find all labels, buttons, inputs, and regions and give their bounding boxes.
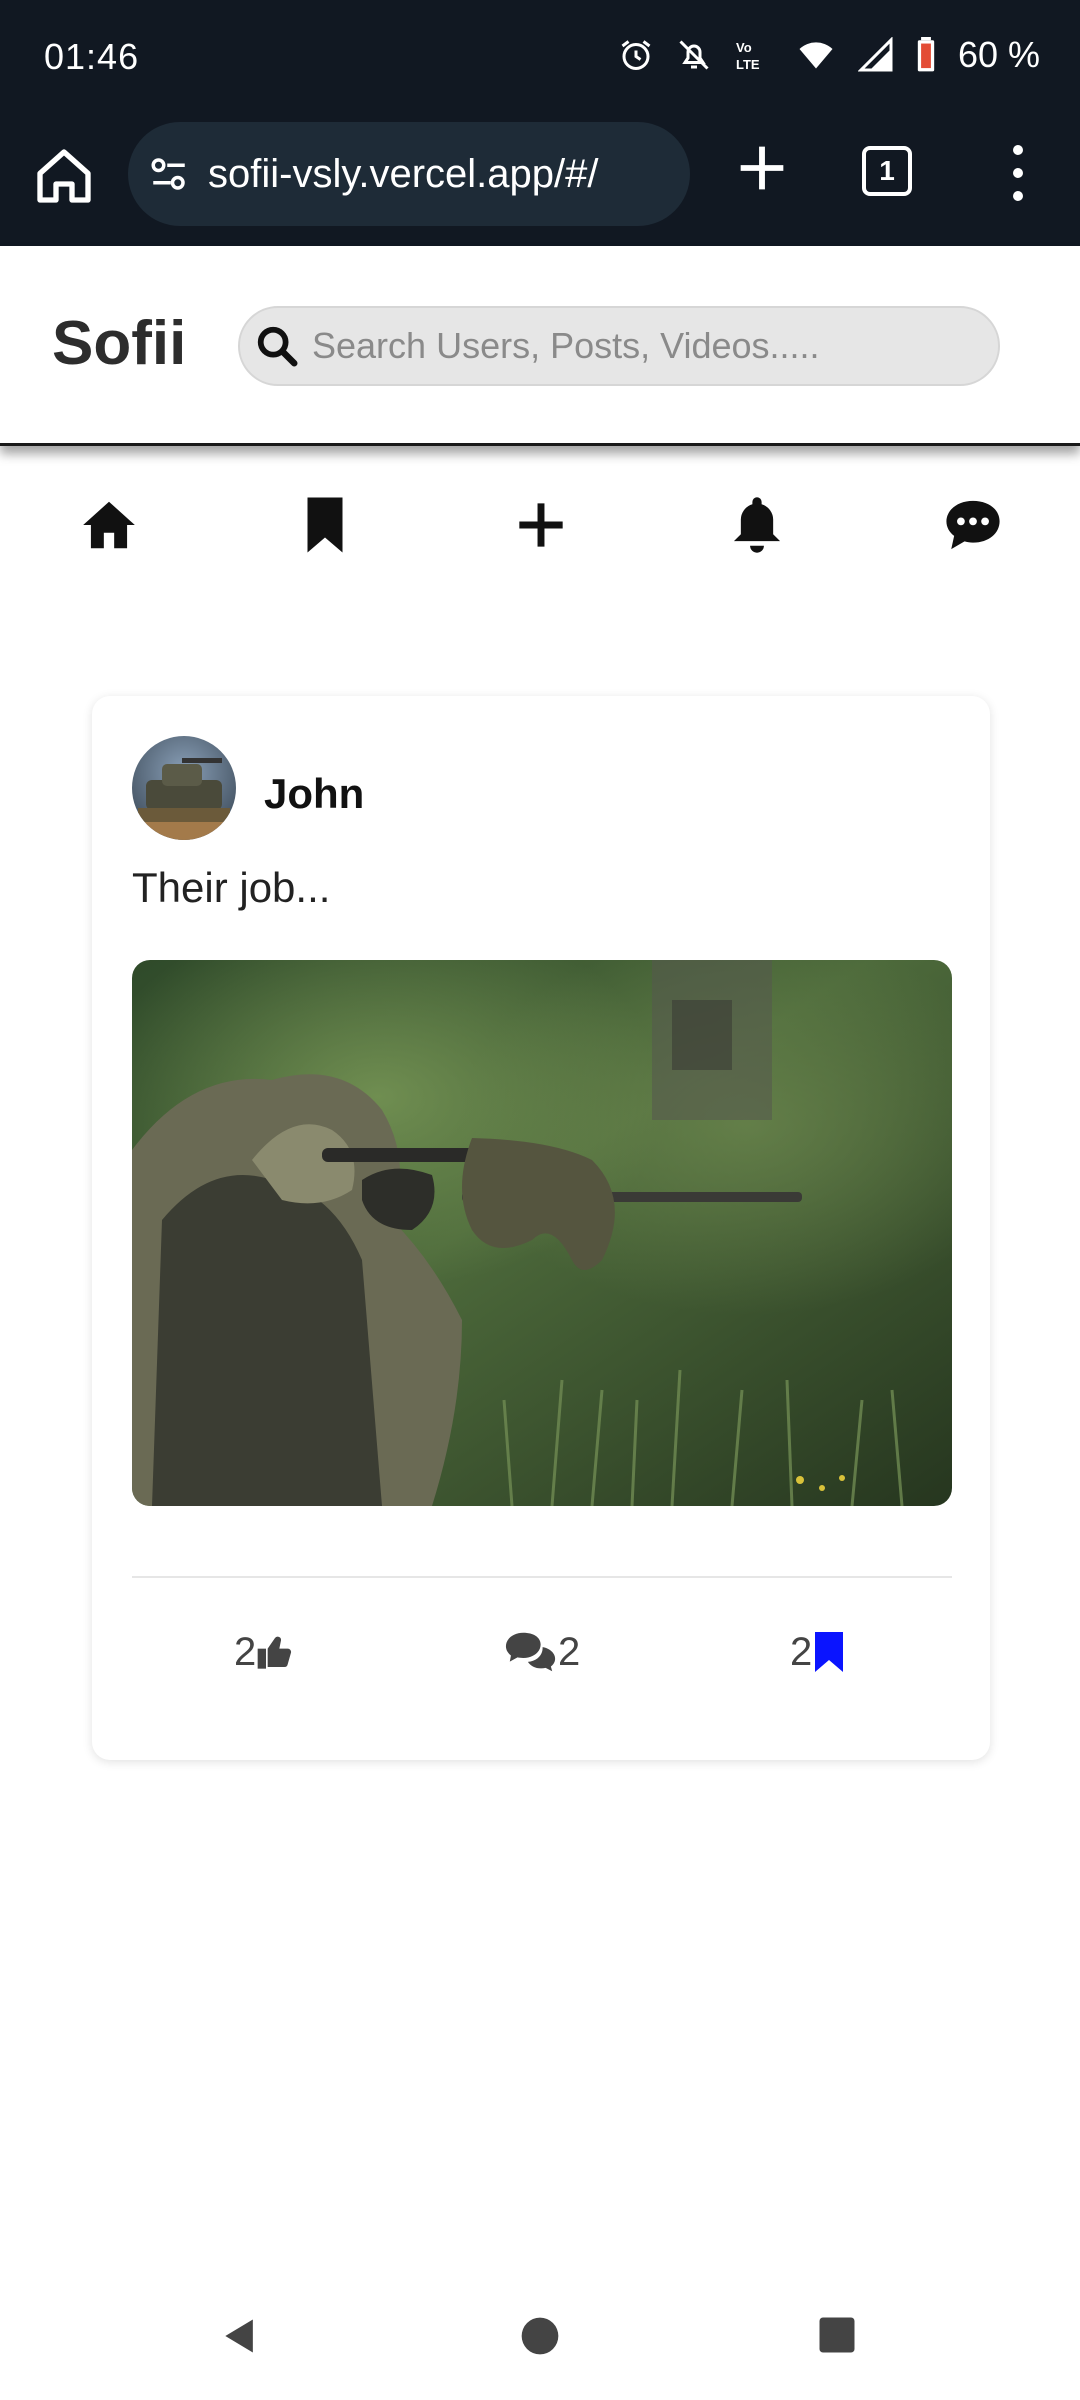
nav-notifications[interactable] — [722, 490, 792, 560]
bell-off-icon — [679, 40, 709, 70]
address-bar[interactable]: sofii-vsly.vercel.app/#/ — [128, 122, 690, 226]
battery-icon — [917, 37, 935, 72]
search-bar[interactable] — [238, 306, 1000, 386]
status-time: 01:46 — [44, 36, 140, 77]
save-count: 2 — [790, 1629, 813, 1674]
comment-count: 2 — [558, 1629, 581, 1674]
like-button[interactable]: 2 — [234, 1624, 296, 1680]
browser-toolbar: sofii-vsly.vercel.app/#/ 1 — [0, 118, 1080, 246]
home-icon — [37, 149, 91, 203]
bookmark-icon — [815, 1632, 844, 1672]
back-button[interactable] — [218, 2314, 262, 2363]
home-button[interactable] — [518, 2314, 562, 2363]
back-icon — [225, 2319, 253, 2353]
save-button[interactable]: 2 — [790, 1624, 846, 1680]
signal-icon — [857, 37, 893, 72]
battery-percent: 60 % — [957, 34, 1040, 75]
recents-icon — [819, 2317, 855, 2353]
system-navigation — [0, 2290, 1080, 2380]
tabs-button[interactable]: 1 — [862, 146, 912, 196]
plus-icon — [740, 146, 784, 190]
site-settings-icon[interactable] — [148, 153, 190, 195]
comment-button[interactable]: 2 — [504, 1624, 580, 1680]
new-tab-button[interactable] — [730, 136, 794, 200]
post-image[interactable] — [132, 960, 952, 1506]
avatar[interactable] — [132, 736, 236, 840]
recents-button[interactable] — [816, 2314, 858, 2361]
post-divider — [132, 1576, 952, 1578]
nav-bookmarks[interactable] — [290, 490, 360, 560]
search-icon — [257, 326, 298, 367]
alarm-icon — [621, 40, 651, 70]
wifi-icon — [799, 42, 833, 69]
post-author[interactable]: John — [264, 770, 364, 818]
bookmark-icon — [307, 497, 343, 553]
search-input[interactable] — [312, 325, 932, 367]
plus-icon — [519, 503, 563, 547]
status-bar: 01:46 Vo LTE 60 % — [0, 0, 1080, 118]
thumbs-up-icon — [257, 1636, 292, 1669]
nav-home[interactable] — [74, 490, 144, 560]
nav-create[interactable] — [506, 490, 576, 560]
more-vert-icon[interactable] — [1000, 138, 1036, 208]
chat-icon — [946, 500, 1000, 550]
app-header: Sofii — [0, 246, 1080, 446]
post-card: John Their job... 2 2 2 — [92, 696, 990, 1760]
browser-home-button[interactable] — [32, 144, 96, 208]
bell-icon — [733, 497, 781, 553]
photo-sniper-in-ghillie-suit — [132, 960, 952, 1506]
like-count: 2 — [234, 1629, 257, 1674]
url-text[interactable]: sofii-vsly.vercel.app/#/ — [208, 152, 599, 197]
svg-text:LTE: LTE — [736, 57, 760, 72]
home-circle-icon — [521, 2317, 559, 2355]
post-caption: Their job... — [132, 864, 331, 911]
svg-text:Vo: Vo — [736, 40, 752, 55]
comments-icon — [505, 1632, 556, 1672]
avatar-image — [132, 736, 236, 840]
app-nav — [0, 490, 1080, 560]
status-icons: Vo LTE 60 % — [618, 34, 1040, 76]
volte-icon: Vo LTE — [736, 40, 760, 72]
app-logo[interactable]: Sofii — [52, 308, 186, 379]
home-icon — [83, 501, 135, 549]
nav-messages[interactable] — [938, 490, 1008, 560]
